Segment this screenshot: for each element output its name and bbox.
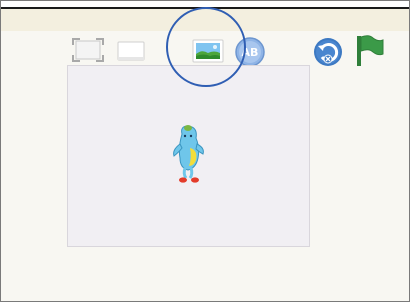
character-sprite-icon <box>173 125 204 183</box>
reset-arrow-icon <box>314 38 342 66</box>
toolbar-band <box>1 9 409 31</box>
blue-bird-character[interactable] <box>168 124 210 186</box>
presentation-button[interactable] <box>116 40 146 62</box>
fullscreen-corners-icon <box>72 38 104 62</box>
green-flag-button[interactable] <box>354 34 384 68</box>
ab-text-icon: AB <box>235 37 265 67</box>
background-button[interactable] <box>192 38 224 64</box>
window-top-bar <box>1 1 409 9</box>
text-button[interactable]: AB <box>234 36 266 68</box>
white-rectangle-icon <box>117 41 145 61</box>
fullscreen-button[interactable] <box>71 37 105 63</box>
ab-label: AB <box>242 46 259 59</box>
landscape-picture-icon <box>192 39 224 63</box>
reset-button[interactable] <box>312 36 344 68</box>
green-flag-icon <box>357 35 384 66</box>
